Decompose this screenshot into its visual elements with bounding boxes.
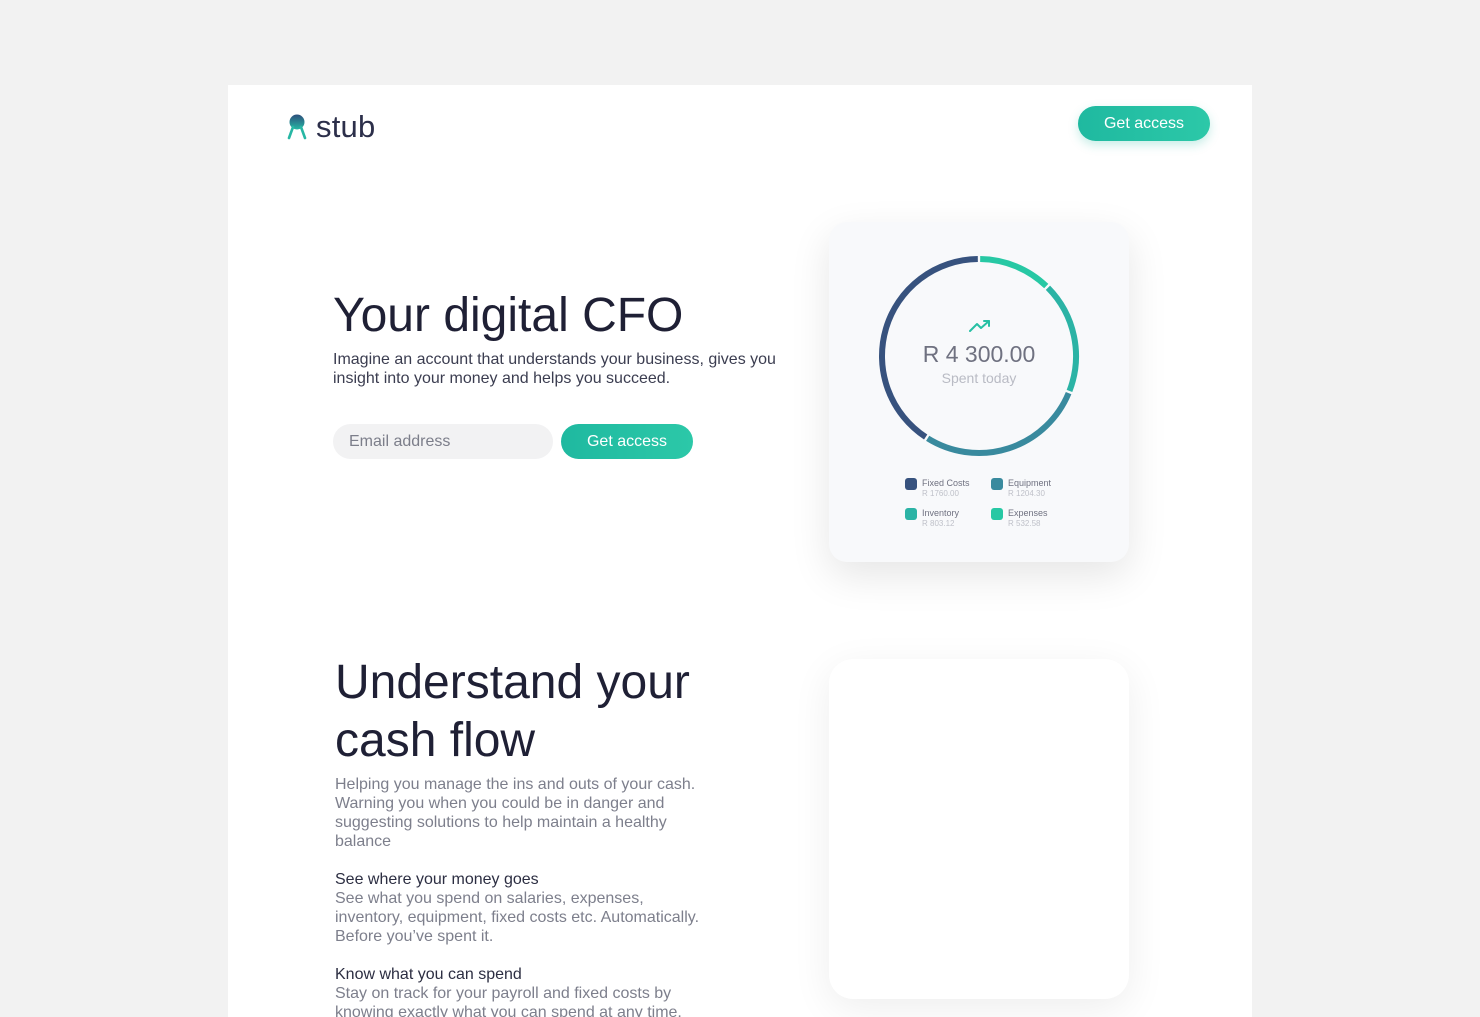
cashflow-intro: Helping you manage the ins and outs of y…	[335, 776, 696, 850]
feature-heading: See where your money goes	[335, 871, 539, 888]
legend-label: Expenses	[1008, 508, 1048, 518]
logo-text: stub	[316, 109, 376, 144]
nav-get-access-button[interactable]: Get access	[1078, 106, 1210, 141]
legend-value: R 1204.30	[1008, 489, 1045, 498]
legend-value: R 1760.00	[922, 489, 959, 498]
logo[interactable]: stub	[286, 109, 375, 145]
legend-swatch	[991, 508, 1003, 520]
landing-page: stub Get access Your digital CFO Imagine…	[228, 85, 1252, 1017]
legend-label: Fixed Costs	[922, 478, 970, 488]
hero-subtitle: Imagine an account that understands your…	[333, 351, 776, 387]
legend-swatch	[905, 478, 917, 490]
legend-value: R 803.12	[922, 519, 955, 528]
legend-value: R 532.58	[1008, 519, 1041, 528]
legend-swatch	[905, 508, 917, 520]
legend-swatch	[991, 478, 1003, 490]
cashflow-illustration-card	[829, 659, 1129, 999]
hero-title: Your digital CFO	[333, 289, 684, 342]
spending-summary-card: R 4 300.00 Spent today Fixed Costs R 176…	[829, 222, 1129, 562]
logo-icon	[287, 114, 307, 140]
amount-label: Spent today	[941, 370, 1017, 386]
feature-heading: Know what you can spend	[335, 966, 522, 983]
trending-up-icon	[969, 320, 990, 332]
hero-get-access-button[interactable]: Get access	[561, 424, 693, 459]
cashflow-title: Understand your cash flow	[335, 656, 690, 767]
legend-label: Equipment	[1008, 478, 1052, 488]
email-input[interactable]	[333, 424, 553, 459]
amount-spent: R 4 300.00	[922, 341, 1036, 367]
feature-text: Stay on track for your payroll and fixed…	[335, 985, 682, 1017]
feature-text: See what you spend on salaries, expenses…	[335, 890, 700, 945]
legend-label: Inventory	[922, 508, 960, 518]
